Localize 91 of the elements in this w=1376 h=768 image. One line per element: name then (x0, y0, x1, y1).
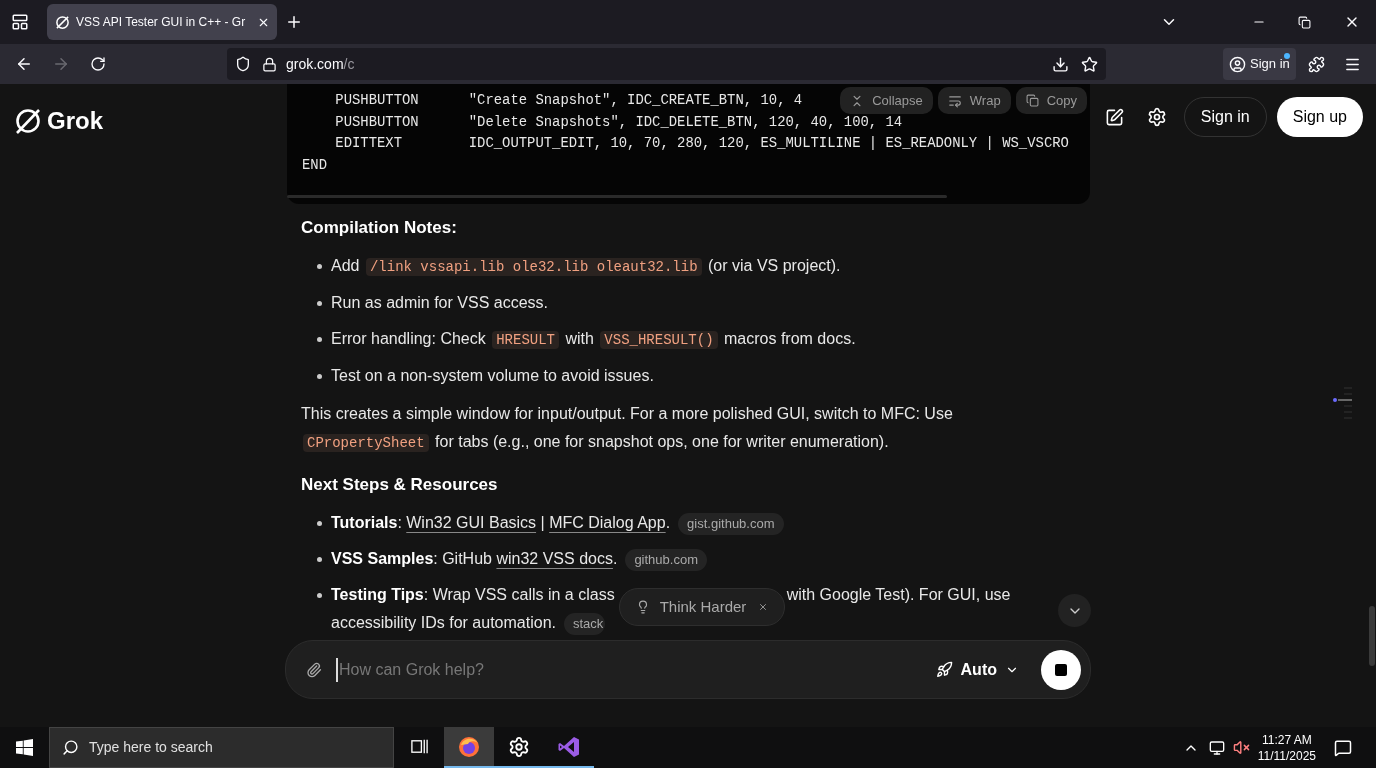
tab-title: VSS API Tester GUI in C++ - Gr (76, 14, 246, 31)
wrap-icon (947, 93, 962, 108)
inline-code: VSS_HRESULT() (600, 331, 718, 349)
body-text: Error handling: Check (331, 330, 487, 347)
browser-tab[interactable]: VSS API Tester GUI in C++ - Gr (47, 4, 277, 40)
new-tab-icon[interactable] (285, 13, 303, 31)
body-text: macros from docs. (723, 330, 856, 347)
rocket-icon (935, 661, 953, 678)
body-text: . (612, 550, 618, 567)
code-line: EDITTEXT IDC_OUTPUT_EDIT, 10, 70, 280, 120, ES_MULTILINE | ES_READONLY | WS_VSCRO (334, 134, 1069, 153)
shield-icon (235, 56, 251, 72)
bullet-icon (317, 557, 322, 562)
account-button[interactable]: Sign in (1223, 48, 1296, 80)
inline-code: HRESULT (492, 331, 559, 349)
bold-label: Testing Tips (331, 586, 424, 603)
fox-globe-icon (457, 734, 481, 759)
chat-input[interactable]: How can Grok help? Auto (285, 640, 1091, 699)
body-text: : GitHub (433, 550, 493, 567)
body-text: accessibility IDs for automation. (331, 614, 556, 631)
clock[interactable]: 11:27 AM 11/11/2025 (1257, 731, 1316, 764)
inline-code: /link vssapi.lib ole32.lib oleaut32.lib (365, 258, 702, 276)
source-chip[interactable]: github.com (625, 548, 707, 571)
network-icon[interactable] (1208, 739, 1225, 756)
bookmark-icon[interactable] (1081, 55, 1098, 73)
task-view-icon (409, 737, 429, 756)
body-text: : (397, 514, 403, 531)
bullet-icon (317, 593, 322, 598)
code-line: PUSHBUTTON "Create Snapshot", IDC_CREATE_BTN, 10, 4 (334, 91, 803, 110)
reload-icon[interactable] (90, 56, 106, 72)
download-icon[interactable] (1052, 55, 1069, 73)
bold-label: VSS Samples (331, 550, 434, 567)
page-scrollbar (1369, 606, 1375, 666)
taskbar-search-field[interactable]: Type here to search (49, 727, 394, 768)
body-text: Add (331, 257, 361, 274)
bullet-icon (317, 374, 322, 379)
body-text: Run as admin for VSS access. (331, 294, 548, 311)
infinity-ribbon-icon (557, 734, 581, 759)
body-text: with Google Test). For GUI, use (786, 586, 1011, 603)
notifications-icon[interactable] (1334, 738, 1352, 757)
address-field[interactable]: grok.com/c (227, 48, 1106, 80)
code-action-button[interactable]: Copy (1015, 87, 1087, 114)
link[interactable]: win32 VSS docs (496, 550, 613, 567)
grok-logo[interactable]: Grok (14, 103, 103, 139)
sign-up-button[interactable]: Sign up (1276, 97, 1363, 137)
section-heading: Next Steps & Resources (301, 474, 499, 496)
grok-favicon-icon (55, 14, 70, 30)
dismiss-icon[interactable] (758, 602, 769, 612)
start-icon[interactable] (16, 739, 33, 756)
url-path: /c (343, 54, 355, 74)
restore-icon[interactable] (1298, 15, 1311, 29)
source-chip[interactable]: gist.github.com (678, 512, 784, 535)
body-text: with (564, 330, 595, 347)
body-text: for tabs (e.g., one for snapshot ops, one for writer enumeration). (434, 433, 889, 450)
tab-list-icon[interactable] (11, 13, 29, 31)
bullet-icon (317, 301, 322, 306)
link[interactable]: Win32 GUI Basics (406, 514, 537, 531)
body-text: | (539, 514, 546, 531)
message-field[interactable]: How can Grok help? (336, 657, 936, 682)
section-heading: Compilation Notes: (301, 217, 458, 239)
new-chat-icon[interactable] (1104, 108, 1124, 127)
stop-button[interactable] (1041, 649, 1081, 690)
inline-code: CPropertySheet (303, 434, 429, 452)
bullet-icon (317, 337, 322, 342)
bold-label: Tutorials (331, 514, 398, 531)
body-text: . (665, 514, 671, 531)
back-icon[interactable] (15, 55, 33, 73)
body-text: Test on a non-system volume to avoid issues. (331, 367, 654, 384)
settings-icon[interactable] (1146, 107, 1167, 127)
search-icon (62, 739, 79, 756)
code-line: PUSHBUTTON "Delete Snapshots", IDC_DELETE_BTN, 120, 40, 100, 14 (334, 112, 903, 132)
extensions-icon[interactable] (1307, 55, 1325, 73)
lock-icon (262, 56, 277, 72)
body-text: (or via VS project). (707, 257, 841, 274)
bullet-icon (317, 521, 322, 526)
gear-icon (508, 735, 530, 758)
source-chip[interactable]: stack (564, 612, 606, 635)
code-action-button[interactable]: Wrap (937, 87, 1011, 114)
paperclip-icon[interactable] (306, 661, 322, 678)
body-text: This creates a simple window for input/output. For a more polished GUI, switch to MFC: Use (301, 405, 953, 422)
volume-muted-icon[interactable] (1232, 739, 1250, 756)
url-host: grok.com (286, 54, 344, 74)
bullet-icon (317, 264, 322, 269)
link[interactable]: MFC Dialog App (549, 514, 666, 531)
scroll-down-button[interactable] (1058, 594, 1091, 627)
copy-icon (1025, 94, 1039, 107)
suggestion-toast[interactable]: Think Harder (618, 588, 786, 626)
person-icon (1229, 55, 1246, 73)
body-text: : Wrap VSS calls in a class (423, 586, 615, 603)
code-line: END (302, 155, 327, 175)
code-action-button[interactable]: Collapse (840, 87, 933, 114)
mode-selector[interactable]: Auto (935, 657, 1019, 682)
